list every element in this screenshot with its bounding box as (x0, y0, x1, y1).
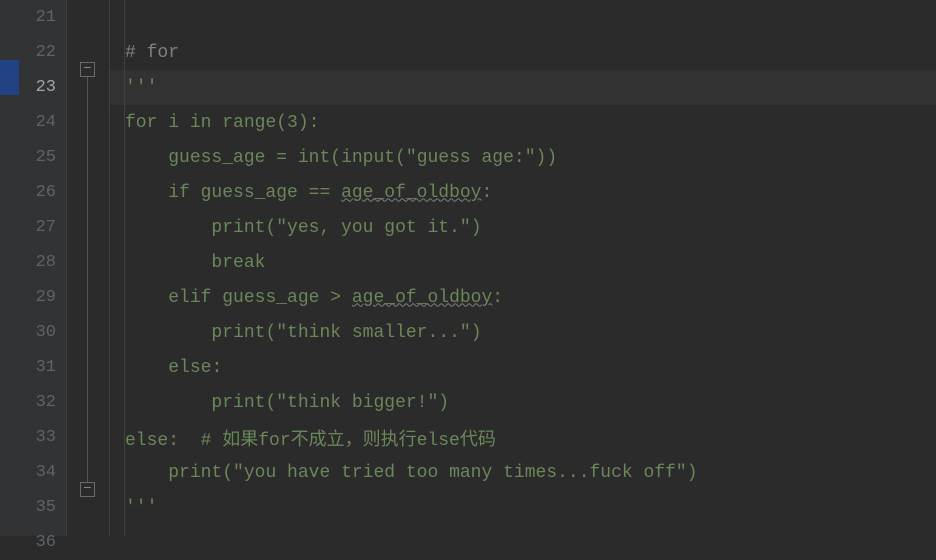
line-number[interactable]: 30 (19, 315, 66, 350)
line-number[interactable]: 32 (19, 385, 66, 420)
line-number[interactable]: 27 (19, 210, 66, 245)
code-line[interactable]: # for (110, 35, 936, 70)
code-line[interactable]: ''' (110, 70, 936, 105)
line-number[interactable]: 36 (19, 525, 66, 560)
line-number[interactable]: 35 (19, 490, 66, 525)
code-line[interactable]: print("think smaller...") (110, 315, 936, 350)
code-editor[interactable]: # for ''' for i in range(3): guess_age =… (110, 0, 936, 536)
fold-collapse-icon[interactable]: − (80, 62, 95, 77)
code-line[interactable]: ''' (110, 490, 936, 525)
code-line[interactable]: print("think bigger!") (110, 385, 936, 420)
code-line[interactable] (110, 0, 936, 35)
line-number-gutter[interactable]: 21 22 23 24 25 26 27 28 29 30 31 32 33 3… (19, 0, 67, 536)
line-number[interactable]: 34 (19, 455, 66, 490)
editor-margin (0, 0, 19, 536)
code-line[interactable]: guess_age = int(input("guess age:")) (110, 140, 936, 175)
fold-guide-line (87, 77, 88, 482)
code-line[interactable]: elif guess_age > age_of_oldboy: (110, 280, 936, 315)
line-number[interactable]: 26 (19, 175, 66, 210)
line-number[interactable]: 22 (19, 35, 66, 70)
line-number[interactable]: 29 (19, 280, 66, 315)
current-line-indicator (0, 60, 19, 95)
line-number[interactable]: 25 (19, 140, 66, 175)
code-line[interactable] (110, 525, 936, 560)
line-number[interactable]: 31 (19, 350, 66, 385)
code-line[interactable]: print("you have tried too many times...f… (110, 455, 936, 490)
line-number[interactable]: 23 (19, 70, 66, 105)
line-number[interactable]: 21 (19, 0, 66, 35)
code-line[interactable]: for i in range(3): (110, 105, 936, 140)
code-line[interactable]: if guess_age == age_of_oldboy: (110, 175, 936, 210)
fold-gutter[interactable]: − − (67, 0, 110, 536)
line-number[interactable]: 33 (19, 420, 66, 455)
fold-collapse-icon[interactable]: − (80, 482, 95, 497)
code-line[interactable]: print("yes, you got it.") (110, 210, 936, 245)
code-line[interactable]: else: (110, 350, 936, 385)
code-line[interactable]: break (110, 245, 936, 280)
code-line[interactable]: else: # 如果for不成立，则执行else代码 (110, 420, 936, 455)
line-number[interactable]: 28 (19, 245, 66, 280)
line-number[interactable]: 24 (19, 105, 66, 140)
